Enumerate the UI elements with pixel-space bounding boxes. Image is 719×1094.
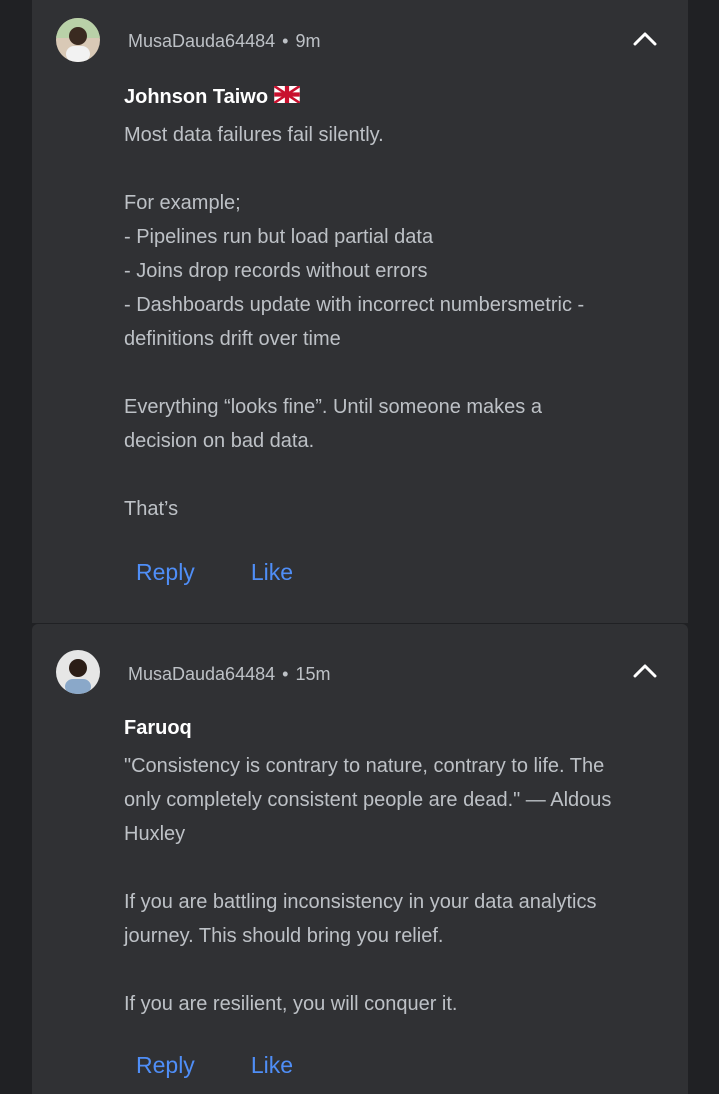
username[interactable]: MusaDauda64484	[128, 31, 275, 51]
chevron-up-icon[interactable]	[632, 29, 658, 49]
user-avatar-icon[interactable]	[56, 18, 100, 62]
chevron-up-icon[interactable]	[632, 661, 658, 681]
comment-actions: Reply Like	[136, 559, 293, 586]
comment-body: "Consistency is contrary to nature, cont…	[124, 749, 664, 1021]
comment-author: Faruoq	[124, 717, 192, 740]
paragraph: Most data failures fail silently.	[124, 124, 384, 146]
comment-actions: Reply Like	[136, 1052, 293, 1079]
comment-meta: MusaDauda64484 • 15m	[128, 664, 330, 685]
like-button[interactable]: Like	[251, 559, 293, 586]
timestamp: 9m	[295, 31, 321, 51]
paragraph: For example; - Pipelines run but load pa…	[124, 192, 585, 350]
paragraph: Everything “looks fine”. Until someone m…	[124, 396, 542, 452]
meta-separator: •	[282, 664, 289, 684]
paragraph: If you are resilient, you will conquer i…	[124, 993, 458, 1015]
comment-card: MusaDauda64484 • 9m Johnson Taiwo Most dat…	[32, 0, 688, 623]
user-avatar-icon[interactable]	[56, 650, 100, 694]
comment-body: Most data failures fail silently. For ex…	[124, 118, 664, 526]
author-name[interactable]: Faruoq	[124, 717, 192, 740]
reply-button[interactable]: Reply	[136, 1052, 195, 1079]
comment-meta: MusaDauda64484 • 9m	[128, 31, 320, 52]
reply-button[interactable]: Reply	[136, 559, 195, 586]
uk-flag-icon	[273, 84, 301, 109]
username[interactable]: MusaDauda64484	[128, 664, 275, 684]
paragraph: "Consistency is contrary to nature, cont…	[124, 755, 612, 845]
like-button[interactable]: Like	[251, 1052, 293, 1079]
timestamp: 15m	[295, 664, 331, 684]
paragraph: That’s	[124, 498, 179, 520]
comment-card: MusaDauda64484 • 15m Faruoq "Consistency i…	[32, 624, 688, 1094]
paragraph: If you are battling inconsistency in you…	[124, 891, 597, 947]
meta-separator: •	[282, 31, 289, 51]
comment-author: Johnson Taiwo	[124, 84, 301, 109]
author-name[interactable]: Johnson Taiwo	[124, 86, 268, 109]
